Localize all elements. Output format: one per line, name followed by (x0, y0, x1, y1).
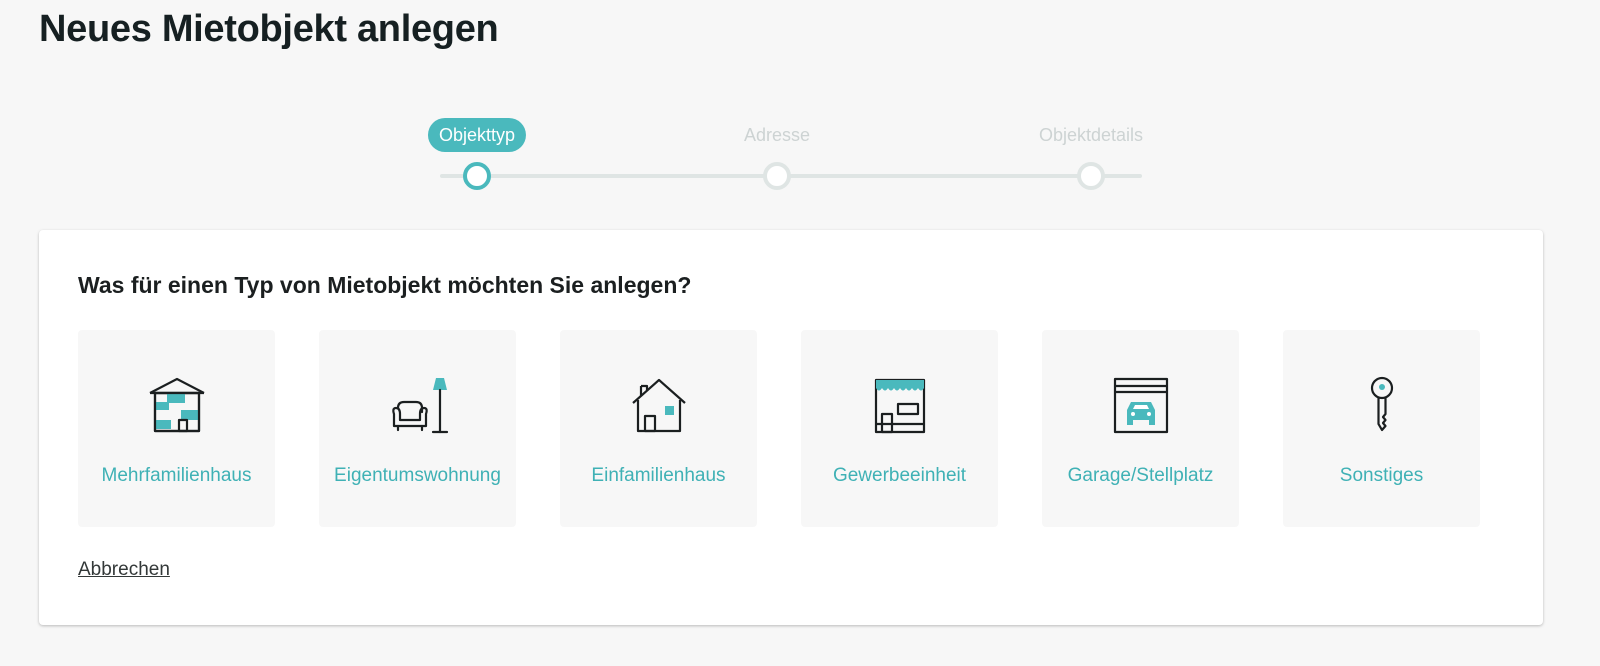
type-tile-eigentumswohnung[interactable]: Eigentumswohnung (319, 330, 516, 527)
type-label-eigentumswohnung: Eigentumswohnung (334, 465, 501, 486)
key-icon (1350, 374, 1414, 438)
step-dot-objektdetails (1077, 162, 1105, 190)
apartment-building-icon (145, 374, 209, 438)
step-dot-objekttyp[interactable] (463, 162, 491, 190)
type-label-einfamilienhaus: Einfamilienhaus (591, 465, 726, 486)
object-type-card: Was für einen Typ von Mietobjekt möchten… (39, 230, 1543, 625)
cancel-link[interactable]: Abbrechen (78, 559, 170, 581)
armchair-lamp-icon (386, 374, 450, 438)
type-tile-garage-stellplatz[interactable]: Garage/Stellplatz (1042, 330, 1239, 527)
type-label-gewerbeeinheit: Gewerbeeinheit (832, 465, 967, 486)
type-tile-sonstiges[interactable]: Sonstiges (1283, 330, 1480, 527)
type-label-sonstiges: Sonstiges (1339, 465, 1424, 486)
card-question: Was für einen Typ von Mietobjekt möchten… (78, 272, 692, 298)
step-label-objekttyp[interactable]: Objekttyp (427, 118, 527, 152)
step-label-adresse: Adresse (743, 125, 811, 145)
type-label-mehrfamilienhaus: Mehrfamilienhaus (101, 465, 252, 486)
object-type-grid: Mehrfamilienhaus Eigentumswohnung Einfam… (78, 330, 1480, 527)
type-tile-gewerbeeinheit[interactable]: Gewerbeeinheit (801, 330, 998, 527)
garage-car-icon (1109, 374, 1173, 438)
storefront-icon (868, 374, 932, 438)
stepper: Objekttyp Adresse Objektdetails (0, 0, 1600, 200)
step-dot-adresse (763, 162, 791, 190)
step-label-objektdetails: Objektdetails (1038, 125, 1144, 145)
type-tile-mehrfamilienhaus[interactable]: Mehrfamilienhaus (78, 330, 275, 527)
house-icon (627, 374, 691, 438)
type-label-garage-stellplatz: Garage/Stellplatz (1067, 465, 1214, 486)
type-tile-einfamilienhaus[interactable]: Einfamilienhaus (560, 330, 757, 527)
stepper-track (440, 174, 1142, 178)
